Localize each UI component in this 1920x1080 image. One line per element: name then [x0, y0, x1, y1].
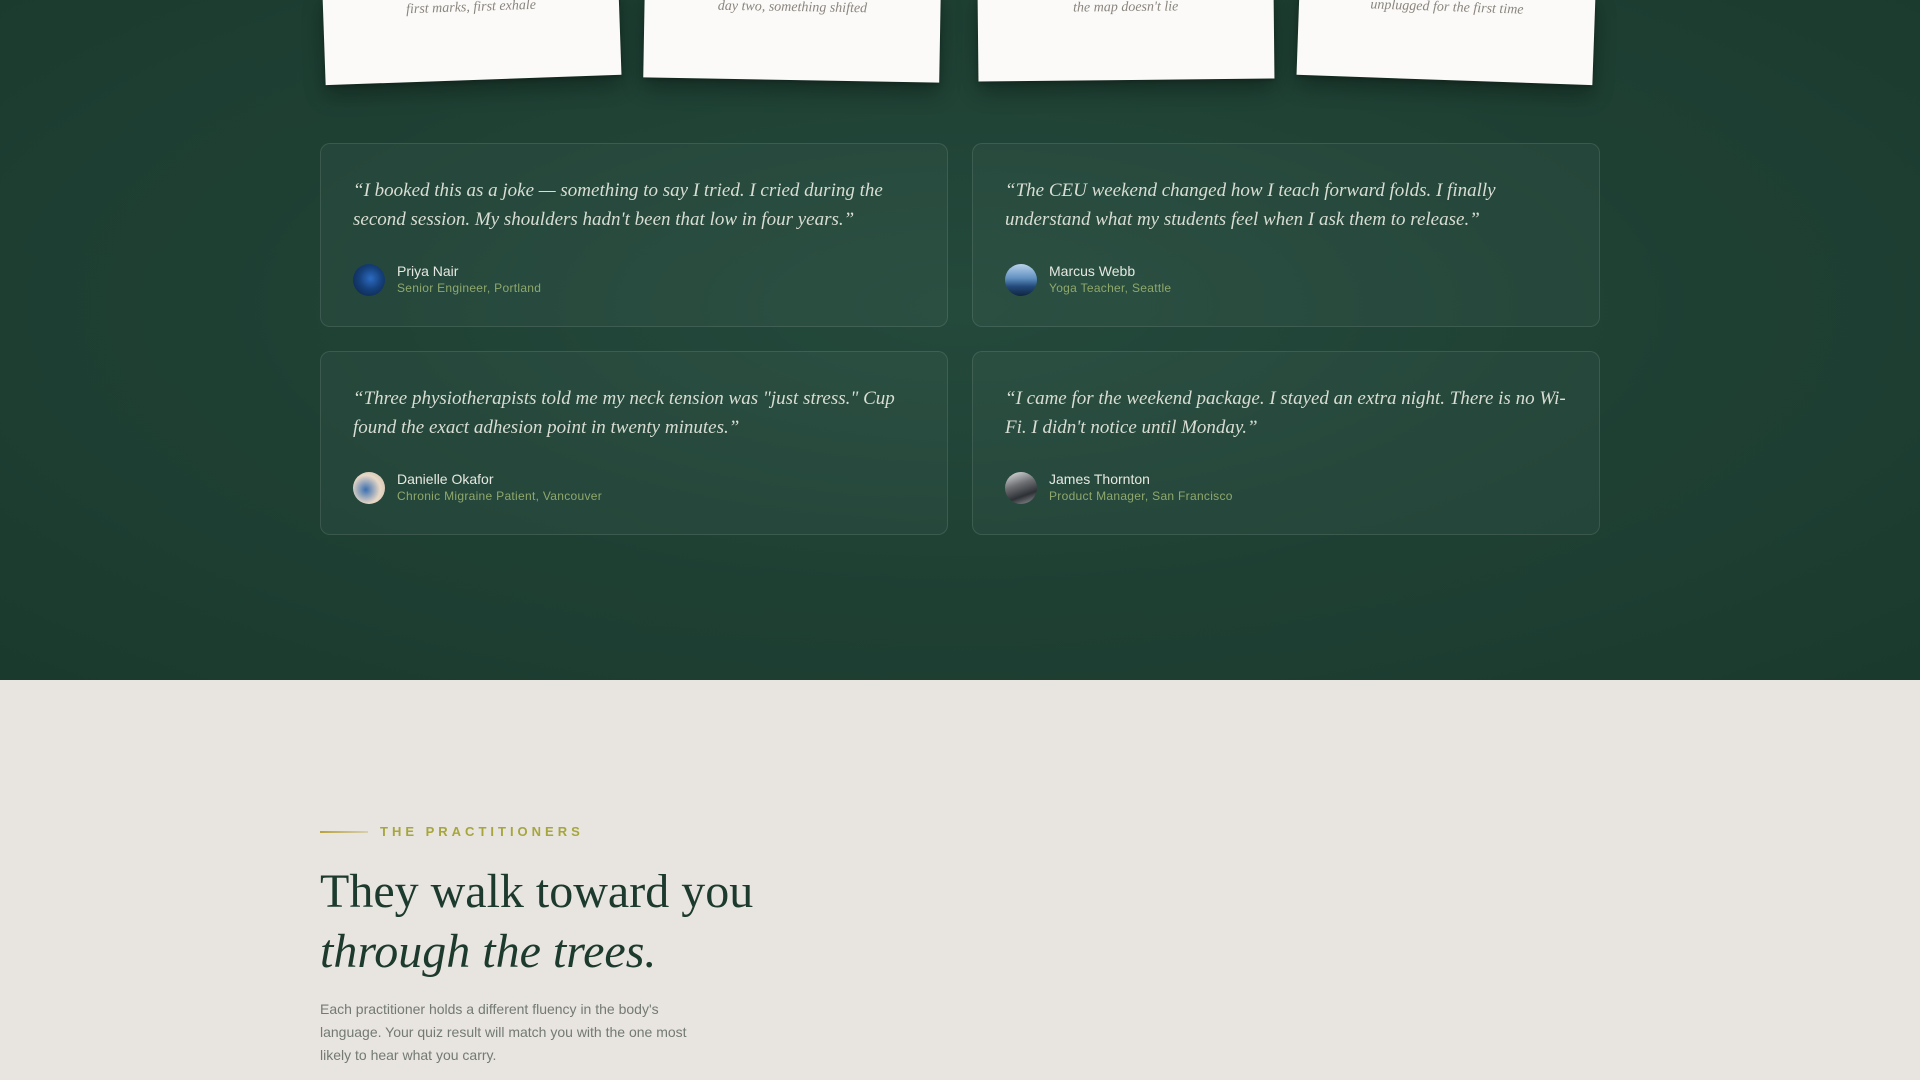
author-role: Yoga Teacher, Seattle — [1049, 281, 1172, 295]
author-name: Danielle Okafor — [397, 471, 494, 487]
testimonial-author: Danielle Okafor Chronic Migraine Patient… — [353, 470, 602, 505]
eyebrow-divider — [320, 830, 368, 833]
testimonial-quote: “I came for the weekend package. I staye… — [1005, 388, 1566, 438]
testimonial-card: “I booked this as a joke — something to … — [320, 143, 948, 327]
author-role: Chronic Migraine Patient, Vancouver — [397, 489, 603, 503]
avatar — [1005, 263, 1037, 296]
section-intro: Each practitioner holds a different flue… — [320, 1001, 687, 1063]
polaroid-caption: the map doesn't lie — [1072, 0, 1179, 16]
polaroid-caption: unplugged for the first time — [1370, 0, 1524, 18]
testimonial-card: “I came for the weekend package. I staye… — [972, 351, 1600, 535]
avatar — [353, 263, 385, 296]
heading-line: They walk toward you — [320, 865, 754, 918]
testimonial-card: “Three physiotherapists told me my neck … — [320, 351, 948, 535]
polaroid-card: the map doesn't lie — [977, 0, 1275, 82]
polaroid-card: day two, something shifted — [643, 0, 941, 83]
testimonial-card: “The CEU weekend changed how I teach for… — [972, 143, 1600, 327]
practitioners-section: THE PRACTITIONERS They walk toward you t… — [0, 680, 1920, 1080]
section-heading: They walk toward you through the trees. — [320, 862, 753, 982]
author-role: Product Manager, San Francisco — [1049, 489, 1233, 503]
testimonial-author: James Thornton Product Manager, San Fran… — [1005, 470, 1233, 505]
author-name: Priya Nair — [397, 263, 459, 279]
avatar — [353, 471, 385, 504]
testimonial-quote: “I booked this as a joke — something to … — [353, 180, 883, 230]
heading-line-italic: through the trees. — [320, 925, 657, 978]
eyebrow-label: THE PRACTITIONERS — [380, 824, 584, 839]
testimonial-author: Marcus Webb Yoga Teacher, Seattle — [1005, 262, 1171, 297]
section-eyebrow: THE PRACTITIONERS — [320, 824, 584, 839]
testimonial-author: Priya Nair Senior Engineer, Portland — [353, 262, 541, 297]
polaroid-card: unplugged for the first time — [1296, 0, 1596, 86]
polaroid-caption: first marks, first exhale — [405, 0, 537, 18]
author-name: Marcus Webb — [1049, 263, 1136, 279]
author-role: Senior Engineer, Portland — [397, 281, 542, 295]
testimonial-quote: “Three physiotherapists told me my neck … — [353, 388, 895, 438]
testimonials-section: first marks, first exhale day two, somet… — [0, 0, 1920, 680]
polaroid-caption: day two, something shifted — [717, 0, 868, 17]
polaroid-card: first marks, first exhale — [322, 0, 622, 86]
avatar — [1005, 471, 1037, 504]
author-name: James Thornton — [1049, 471, 1150, 487]
testimonial-quote: “The CEU weekend changed how I teach for… — [1005, 180, 1496, 230]
